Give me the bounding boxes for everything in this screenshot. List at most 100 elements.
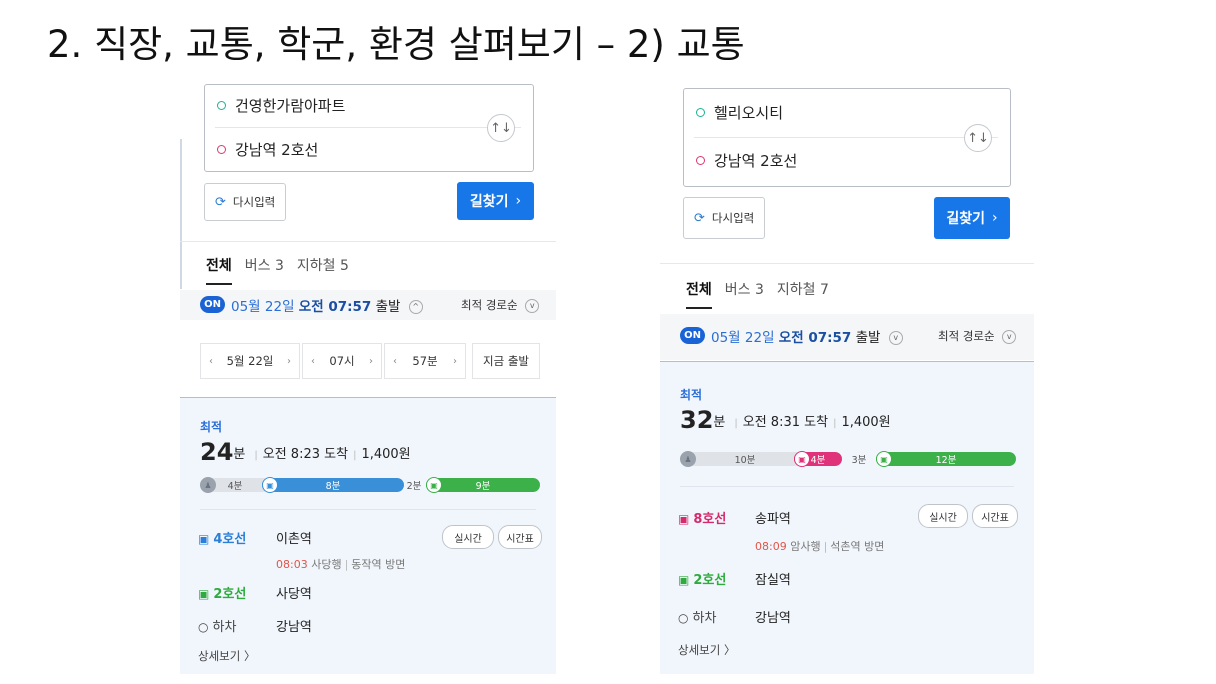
find-route-button[interactable]: 길찾기 ›	[934, 197, 1010, 239]
duration-value: 32	[680, 406, 714, 434]
date-picker-value: 5월 22일	[226, 354, 274, 368]
route-result-card[interactable]: 최적 24분 | 오전 8:23 도착 | 1,400원 4분 8분 2분 9분 ♟ ▣…	[180, 397, 556, 674]
tab-bus[interactable]: 버스 3	[725, 279, 764, 309]
segment-line8-label: 4분	[810, 455, 826, 466]
fare: 1,400원	[361, 447, 411, 462]
segment-walk-label: 10분	[734, 455, 756, 466]
route-result-card[interactable]: 최적 32분 | 오전 8:31 도착 | 1,400원 10분 4분 3분 12분 ♟…	[660, 361, 1034, 674]
chevron-right-icon: ›	[992, 210, 998, 226]
reset-button[interactable]: ⟳ 다시입력	[204, 183, 287, 221]
chevron-right-icon[interactable]: ›	[453, 356, 457, 367]
find-label: 길찾기	[469, 194, 509, 210]
origin-field[interactable]: 건영한가람아파트	[217, 90, 473, 120]
reset-label: 다시입력	[711, 211, 755, 225]
segment-walk: 10분	[680, 452, 810, 466]
realtime-button[interactable]: 실시간	[918, 504, 968, 528]
origin-field[interactable]: 헬리오시티	[696, 97, 950, 127]
divider	[200, 509, 536, 510]
swap-icon[interactable]: ↑↓	[487, 114, 515, 142]
departure-time[interactable]: 05월 22일 오전 07:57 출발 v	[711, 326, 903, 346]
chevron-right-icon[interactable]: ›	[287, 356, 291, 367]
segment-bar: 4분 8분 2분 9분 ♟ ▣ ▣	[200, 477, 540, 493]
refresh-icon: ⟳	[694, 210, 705, 226]
departure-label: 출발	[855, 330, 881, 346]
sort-dropdown[interactable]: 최적 경로순 v	[938, 328, 1017, 344]
leg-station: 강남역	[276, 620, 312, 635]
chevron-left-icon[interactable]: ‹	[209, 356, 213, 367]
segment-line2: 12분	[876, 452, 1016, 466]
segment-line2-label: 12분	[935, 455, 957, 466]
segment-transfer-label: 2분	[406, 481, 422, 492]
arrival-time: 오전 8:23 도착	[262, 447, 349, 462]
leg-line-2: ▣ 2호선	[678, 569, 726, 588]
leg-alight: ○ 하차	[198, 616, 236, 635]
hour-picker[interactable]: ‹ 07시 ›	[302, 343, 382, 379]
sort-label: 최적 경로순	[461, 298, 518, 312]
minute-picker[interactable]: ‹ 57분 ›	[384, 343, 466, 379]
subway-icon: ▣	[876, 451, 892, 467]
reset-button[interactable]: ⟳ 다시입력	[683, 197, 766, 239]
leg-line-label: 2호선	[693, 573, 727, 588]
departure-clock: 오전 07:57	[298, 299, 372, 315]
subway-icon: ▣	[198, 532, 210, 546]
destination-text: 강남역 2호선	[714, 151, 798, 170]
tab-subway[interactable]: 지하철 7	[777, 279, 829, 309]
swap-icon[interactable]: ↑↓	[964, 124, 992, 152]
chevron-up-icon[interactable]: ^	[408, 300, 423, 314]
chevron-left-icon[interactable]: ‹	[311, 356, 315, 367]
route-divider	[215, 127, 521, 128]
tab-subway[interactable]: 지하철 5	[297, 255, 349, 285]
detail-link[interactable]: 상세보기 〉	[198, 648, 255, 664]
depart-now-button[interactable]: 지금 출발	[472, 343, 540, 379]
route-summary: 24분 | 오전 8:23 도착 | 1,400원	[200, 438, 411, 466]
subway-icon: ▣	[198, 587, 210, 601]
leg-direction: 암사행	[790, 540, 821, 553]
timetable-button[interactable]: 시간표	[498, 525, 542, 549]
tab-bus[interactable]: 버스 3	[245, 255, 284, 285]
route-panel-right: 헬리오시티 강남역 2호선 ↑↓ ⟳ 다시입력 길찾기 › 전체 버스 3 지하…	[660, 77, 1034, 674]
chevron-right-icon: ›	[515, 193, 522, 209]
panel-edge	[180, 139, 182, 289]
departure-time[interactable]: 05월 22일 오전 07:57 출발 ^	[231, 295, 423, 315]
on-badge: ON	[680, 327, 705, 344]
segment-bar: 10분 4분 3분 12분 ♟ ▣ ▣	[680, 451, 1016, 467]
leg-station: 잠실역	[755, 573, 791, 588]
realtime-button[interactable]: 실시간	[442, 525, 494, 549]
leg-station: 송파역	[755, 512, 791, 527]
leg-detail: 08:03 사당행 | 동작역 방면	[276, 558, 406, 571]
route-panel-left: 건영한가람아파트 강남역 2호선 ↑↓ ⟳ 다시입력 길찾기 › 전체 버스 3…	[180, 77, 556, 674]
leg-exit: 석촌역 방면	[830, 540, 885, 553]
leg-line-2: ▣ 2호선	[198, 583, 246, 602]
chevron-down-icon: v	[525, 298, 540, 313]
destination-field[interactable]: 강남역 2호선	[217, 134, 473, 164]
divider	[680, 486, 1014, 487]
origin-dot-icon	[217, 100, 226, 110]
best-label: 최적	[200, 420, 223, 434]
departure-bar: ON 05월 22일 오전 07:57 출발 v 최적 경로순 v	[660, 314, 1034, 360]
chevron-down-icon[interactable]: v	[888, 331, 903, 345]
leg-exit: 동작역 방면	[351, 558, 406, 571]
tab-all[interactable]: 전체	[206, 255, 232, 285]
origin-dot-icon	[696, 107, 705, 117]
detail-link[interactable]: 상세보기 〉	[678, 642, 735, 658]
chevron-right-icon[interactable]: ›	[369, 356, 373, 367]
route-input-box: 헬리오시티 강남역 2호선 ↑↓	[683, 88, 1011, 187]
slide-title: 2. 직장, 교통, 학군, 환경 살펴보기 – 2) 교통	[47, 23, 745, 66]
leg-station: 사당역	[276, 587, 312, 602]
segment-walk-label: 4분	[227, 481, 243, 492]
date-picker[interactable]: ‹ 5월 22일 ›	[200, 343, 300, 379]
segment-line4-label: 8분	[325, 481, 341, 492]
refresh-icon: ⟳	[215, 194, 226, 210]
destination-field[interactable]: 강남역 2호선	[696, 145, 950, 175]
find-route-button[interactable]: 길찾기 ›	[457, 182, 534, 220]
tab-all[interactable]: 전체	[686, 279, 712, 309]
arrival-time: 오전 8:31 도착	[742, 415, 829, 430]
timetable-button[interactable]: 시간표	[972, 504, 1018, 528]
route-input-box: 건영한가람아파트 강남역 2호선 ↑↓	[204, 84, 534, 172]
sort-dropdown[interactable]: 최적 경로순 v	[461, 297, 540, 313]
section-divider	[180, 241, 556, 242]
departure-date: 05월 22일	[711, 330, 775, 346]
chevron-left-icon[interactable]: ‹	[393, 356, 397, 367]
route-divider	[694, 137, 998, 138]
subway-icon: ▣	[426, 477, 442, 493]
